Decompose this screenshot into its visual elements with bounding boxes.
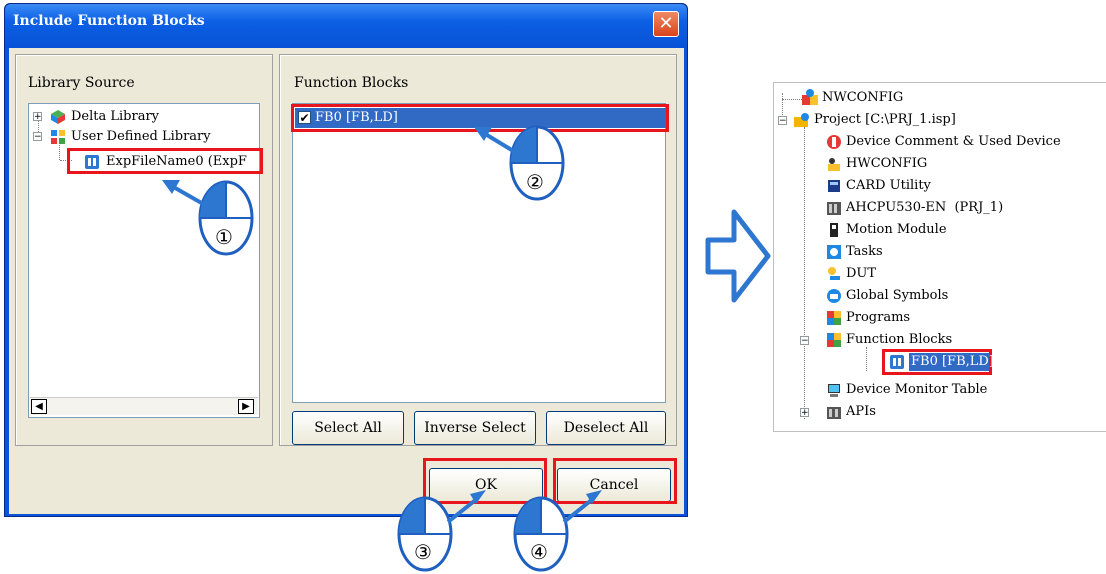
tree-item-expfilename0[interactable]: ExpFileName0 (ExpF: [67, 148, 263, 174]
tree-item-label: ExpFileName0 (ExpF: [106, 154, 247, 169]
collapse-icon[interactable]: −: [33, 132, 42, 142]
function-block-icon: [890, 355, 904, 369]
dut-icon: [828, 267, 840, 280]
tree-item-label: Project [C:\PRJ_1.isp]: [814, 112, 956, 127]
step-number-2: ②: [526, 170, 544, 194]
tree-item-label: NWCONFIG: [822, 90, 904, 105]
next-step-arrow-icon: [705, 209, 771, 303]
tree-item-label: AHCPU530-EN (PRJ_1): [846, 200, 1004, 215]
tree-item-hwconfig[interactable]: HWCONFIG: [826, 155, 1026, 175]
tree-item-apis[interactable]: + APIs: [800, 403, 1000, 423]
tree-item-global-symbols[interactable]: Global Symbols: [826, 287, 1026, 307]
include-function-blocks-dialog: Include Function Blocks ✕ Library Source…: [4, 3, 688, 517]
step-number-1: ①: [215, 225, 233, 249]
device-comment-icon: [827, 135, 841, 149]
ok-highlight: [423, 458, 547, 504]
tree-item-programs[interactable]: Programs: [826, 309, 1026, 329]
horizontal-scrollbar[interactable]: ◀ ▶: [30, 397, 258, 415]
apis-icon: [827, 407, 841, 419]
select-all-button[interactable]: Select All: [292, 411, 404, 445]
tree-item-fb0[interactable]: FB0 [FB,LD]: [882, 349, 994, 375]
delta-library-icon: [51, 110, 65, 124]
step-number-3: ③: [414, 540, 432, 564]
tree-item-label: CARD Utility: [846, 178, 931, 193]
inverse-select-button[interactable]: Inverse Select: [414, 411, 536, 445]
expand-icon[interactable]: +: [800, 408, 809, 418]
nwconfig-icon: [802, 89, 818, 105]
tree-item-label: Delta Library: [71, 109, 160, 124]
tree-item-card-utility[interactable]: CARD Utility: [826, 177, 1026, 197]
card-utility-icon: [828, 180, 840, 192]
function-block-file-icon: [85, 155, 99, 169]
scroll-right-icon[interactable]: ▶: [238, 399, 254, 414]
tree-item-label: Motion Module: [846, 222, 947, 237]
close-icon: ✕: [658, 13, 674, 34]
close-button[interactable]: ✕: [653, 11, 679, 37]
tree-item-user-defined-library[interactable]: − User Defined Library: [33, 128, 253, 146]
device-monitor-icon: [828, 384, 840, 397]
tree-item-label: APIs: [846, 404, 876, 419]
cpu-icon: [827, 202, 841, 215]
tasks-icon: [827, 245, 841, 259]
user-library-icon: [51, 130, 65, 144]
tree-item-device-monitor-table[interactable]: Device Monitor Table: [826, 381, 1096, 401]
tree-item-label: Programs: [846, 310, 911, 325]
function-blocks-list[interactable]: ✔ FB0 [FB,LD]: [291, 103, 669, 403]
dialog-body: Library Source + Delta Library − User De…: [9, 48, 684, 514]
tree-item-function-blocks[interactable]: − Function Blocks: [800, 331, 1020, 351]
tree-item-label: Global Symbols: [846, 288, 949, 303]
tree-item-project[interactable]: − Project [C:\PRJ_1.isp]: [778, 111, 1098, 131]
tree-item-motion-module[interactable]: Motion Module: [826, 221, 1026, 241]
expand-icon[interactable]: +: [33, 112, 42, 122]
library-source-heading: Library Source: [28, 75, 135, 91]
function-blocks-icon: [827, 333, 841, 347]
highlight-box: [291, 104, 669, 132]
tree-item-tasks[interactable]: Tasks: [826, 243, 1026, 263]
collapse-icon[interactable]: −: [800, 336, 809, 346]
project-folder-icon: [794, 113, 809, 127]
tree-item-label: Function Blocks: [846, 332, 953, 347]
tree-item-delta-library[interactable]: + Delta Library: [33, 108, 233, 126]
tree-item-label: User Defined Library: [71, 129, 211, 144]
programs-icon: [827, 311, 841, 325]
tree-item-label: Tasks: [846, 244, 883, 259]
library-tree[interactable]: + Delta Library − User Defined Library E…: [28, 103, 263, 418]
tree-item-dut[interactable]: DUT: [826, 265, 1026, 285]
title-bar[interactable]: Include Function Blocks ✕: [5, 4, 687, 48]
global-symbols-icon: [827, 289, 841, 303]
tree-item-label: FB0 [FB,LD]: [911, 354, 994, 369]
tree-item-label: DUT: [846, 266, 877, 281]
tree-item-label: Device Monitor Table: [846, 382, 988, 397]
collapse-icon[interactable]: −: [778, 116, 787, 126]
scroll-left-icon[interactable]: ◀: [31, 399, 47, 414]
motion-module-icon: [830, 223, 838, 237]
project-tree-panel: NWCONFIG − Project [C:\PRJ_1.isp] Device…: [773, 82, 1106, 432]
tree-item-ahcpu530[interactable]: AHCPU530-EN (PRJ_1): [826, 199, 1086, 219]
dialog-title: Include Function Blocks: [13, 13, 205, 29]
function-blocks-heading: Function Blocks: [294, 75, 409, 91]
deselect-all-button[interactable]: Deselect All: [546, 411, 666, 445]
library-source-panel: Library Source + Delta Library − User De…: [15, 54, 273, 446]
tree-item-label: HWCONFIG: [846, 156, 928, 171]
function-blocks-panel: Function Blocks ✔ FB0 [FB,LD] Select All…: [279, 54, 677, 446]
step-number-4: ④: [530, 540, 548, 564]
cancel-highlight: [553, 458, 677, 504]
hwconfig-icon: [828, 158, 840, 171]
tree-item-nwconfig[interactable]: NWCONFIG: [802, 89, 1102, 109]
tree-item-label: Device Comment & Used Device: [846, 134, 1061, 149]
tree-item-device-comment[interactable]: Device Comment & Used Device: [826, 133, 1106, 153]
